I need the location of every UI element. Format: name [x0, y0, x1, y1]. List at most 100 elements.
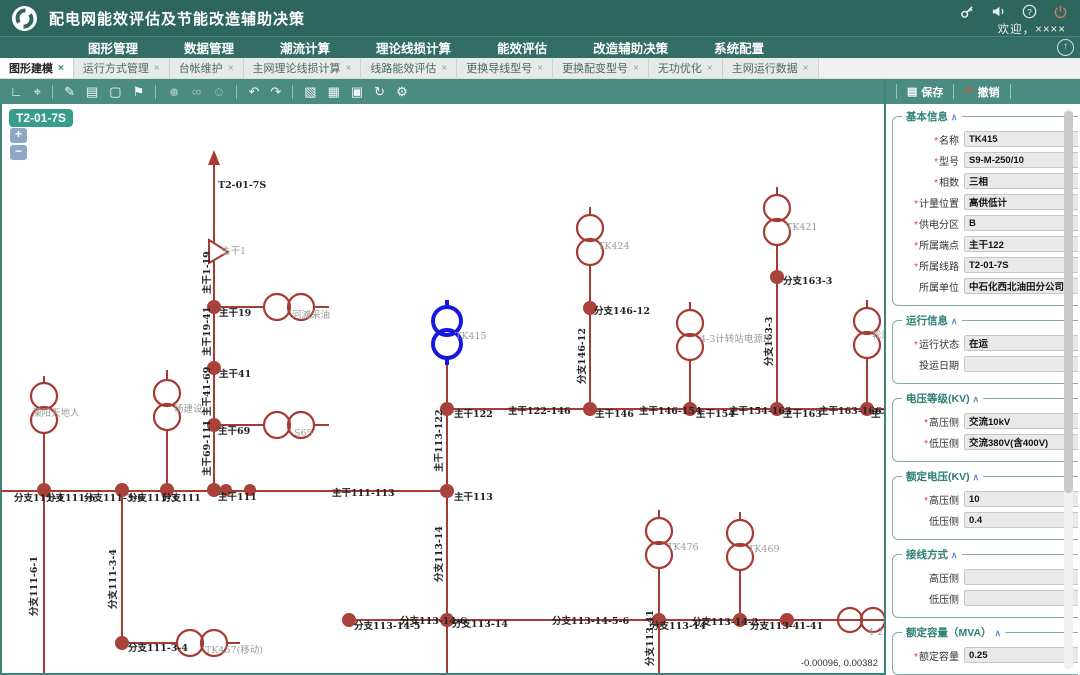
key-icon[interactable] — [960, 4, 975, 19]
menu-item-efficiency-eval[interactable]: 能效评估 — [497, 38, 547, 57]
field-row: *型号 — [897, 152, 1078, 168]
menu-item-retrofit-decision[interactable]: 改造辅助决策 — [593, 38, 668, 57]
tab-main-grid-data[interactable]: 主网运行数据 × — [723, 58, 819, 78]
section-title: 运行信息 — [906, 315, 948, 327]
input-name[interactable] — [964, 131, 1078, 147]
field-row: 低压侧 — [897, 512, 1078, 528]
section-title: 额定容量（MVA） — [906, 627, 992, 639]
chevron-up-icon[interactable]: ∧ — [951, 550, 958, 560]
tab-replace-conductor[interactable]: 更换导线型号 × — [457, 58, 553, 78]
input-run-status[interactable] — [964, 335, 1078, 351]
save-icon[interactable]: ▤ — [86, 85, 98, 98]
input-lv-level[interactable] — [964, 434, 1078, 450]
diagram-canvas[interactable]: T2-01-7S主干1主干1-19主干19主干19-41主干41主干41-69主… — [0, 104, 884, 675]
tab-label: 更换配变型号 — [562, 60, 628, 76]
input-supply-zone[interactable] — [964, 215, 1078, 231]
feeder-badge: T2-01-7S — [9, 109, 73, 127]
input-phases[interactable] — [964, 173, 1078, 189]
input-model[interactable] — [964, 152, 1078, 168]
close-icon[interactable]: × — [537, 63, 543, 74]
collapse-menu-icon[interactable]: ↑ — [1057, 39, 1074, 56]
location-icon[interactable]: ⚑ — [133, 85, 145, 98]
field-row: 低压侧 — [897, 590, 1078, 606]
tab-strip-filler — [819, 58, 1080, 78]
close-icon[interactable]: × — [633, 63, 639, 74]
section-voltage-level: 电压等级(KV) ∧ *高压侧 *低压侧 — [892, 391, 1078, 462]
tab-label: 无功优化 — [658, 60, 702, 76]
menu-item-line-loss-calc[interactable]: 理论线损计算 — [376, 38, 451, 57]
tab-main-grid-loss[interactable]: 主网理论线损计算 × — [244, 58, 362, 78]
line-111-3-4[interactable] — [122, 491, 240, 643]
input-hv-rated[interactable] — [964, 491, 1078, 507]
diagram-label: 分支111 — [162, 492, 201, 504]
tab-graphic-modeling[interactable]: 图形建模 × — [0, 58, 74, 78]
input-metering-position[interactable] — [964, 194, 1078, 210]
undo-icon[interactable]: ↶ — [248, 85, 259, 98]
tab-operation-mode[interactable]: 运行方式管理 × — [74, 58, 170, 78]
input-company[interactable] — [964, 278, 1078, 294]
diagram-label: 主干1-19 — [201, 251, 213, 294]
scrollbar-thumb[interactable] — [1064, 111, 1073, 493]
input-lv-rated[interactable] — [964, 512, 1078, 528]
chevron-up-icon[interactable]: ∧ — [973, 472, 980, 482]
tab-line-efficiency[interactable]: 线路能效评估 × — [361, 58, 457, 78]
diagram-node[interactable] — [115, 636, 129, 650]
link-icon[interactable]: ∞ — [192, 85, 201, 98]
redo-icon[interactable]: ↷ — [270, 85, 281, 98]
input-commission-date[interactable] — [964, 356, 1078, 372]
tab-label: 更换导线型号 — [466, 60, 532, 76]
close-icon[interactable]: × — [154, 63, 160, 74]
save-button[interactable]: ▤ 保存 — [896, 84, 954, 99]
chevron-up-icon[interactable]: ∧ — [973, 394, 980, 404]
section-wiring-mode: 接线方式 ∧ 高压侧 低压侧 — [892, 547, 1078, 618]
speaker-icon[interactable] — [991, 4, 1006, 19]
input-line[interactable] — [964, 257, 1078, 273]
diagram-label: 分支113-41 — [644, 610, 656, 666]
tab-replace-transformer[interactable]: 更换配变型号 × — [553, 58, 649, 78]
menu-item-data-mgmt[interactable]: 数据管理 — [184, 38, 234, 57]
zoom-out-button[interactable]: − — [10, 145, 27, 160]
diagram-label: 主干111-113 — [332, 487, 395, 499]
user-icon[interactable]: ☺ — [212, 85, 225, 98]
field-row: *供电分区 — [897, 215, 1078, 231]
menu-item-system-config[interactable]: 系统配置 — [714, 38, 764, 57]
input-rated-capacity[interactable] — [964, 647, 1078, 663]
undo-button[interactable]: ↶ 撤销 — [954, 84, 1010, 99]
refresh-icon[interactable]: ↻ — [374, 85, 385, 98]
diagram-label: 分支111-6-1 — [28, 556, 40, 616]
menu-item-graphic-mgmt[interactable]: 图形管理 — [88, 38, 138, 57]
settings-icon[interactable]: ⚙ — [396, 85, 408, 98]
diagram-node[interactable] — [770, 270, 784, 284]
input-hv-level[interactable] — [964, 413, 1078, 429]
calendar-icon[interactable]: ▦ — [328, 85, 340, 98]
export-icon[interactable]: ▣ — [351, 85, 363, 98]
diagram-label: 分支163-3 — [783, 275, 832, 287]
document-icon[interactable]: ▢ — [109, 85, 121, 98]
panel-scrollbar[interactable] — [1064, 109, 1073, 669]
zoom-in-button[interactable]: + — [10, 128, 27, 143]
hierarchy-icon[interactable]: ∟ — [10, 85, 23, 98]
close-icon[interactable]: × — [346, 63, 352, 74]
close-icon[interactable]: × — [228, 63, 234, 74]
chevron-up-icon[interactable]: ∧ — [951, 316, 958, 326]
chevron-up-icon[interactable]: ∧ — [951, 112, 958, 122]
tab-ledger-maintenance[interactable]: 台帐维护 × — [170, 58, 244, 78]
input-terminal[interactable] — [964, 236, 1078, 252]
input-lv-wiring[interactable] — [964, 590, 1078, 606]
diagram-node[interactable] — [440, 484, 454, 498]
input-hv-wiring[interactable] — [964, 569, 1078, 585]
menu-item-power-flow[interactable]: 潮流计算 — [280, 38, 330, 57]
chevron-up-icon[interactable]: ∧ — [994, 628, 1001, 638]
help-icon[interactable]: ? — [1022, 4, 1037, 19]
close-icon[interactable]: × — [58, 63, 64, 74]
close-icon[interactable]: × — [803, 63, 809, 74]
close-icon[interactable]: × — [441, 63, 447, 74]
report-icon[interactable]: ▧ — [304, 85, 316, 98]
edit-icon[interactable]: ✎ — [64, 85, 75, 98]
power-icon[interactable] — [1053, 4, 1068, 19]
transformer-symbol[interactable] — [31, 195, 884, 656]
pan-icon[interactable]: ⌖ — [34, 85, 41, 98]
close-icon[interactable]: × — [707, 63, 713, 74]
user-remove-icon[interactable]: ☻ — [167, 85, 181, 98]
tab-reactive-optimization[interactable]: 无功优化 × — [649, 58, 723, 78]
